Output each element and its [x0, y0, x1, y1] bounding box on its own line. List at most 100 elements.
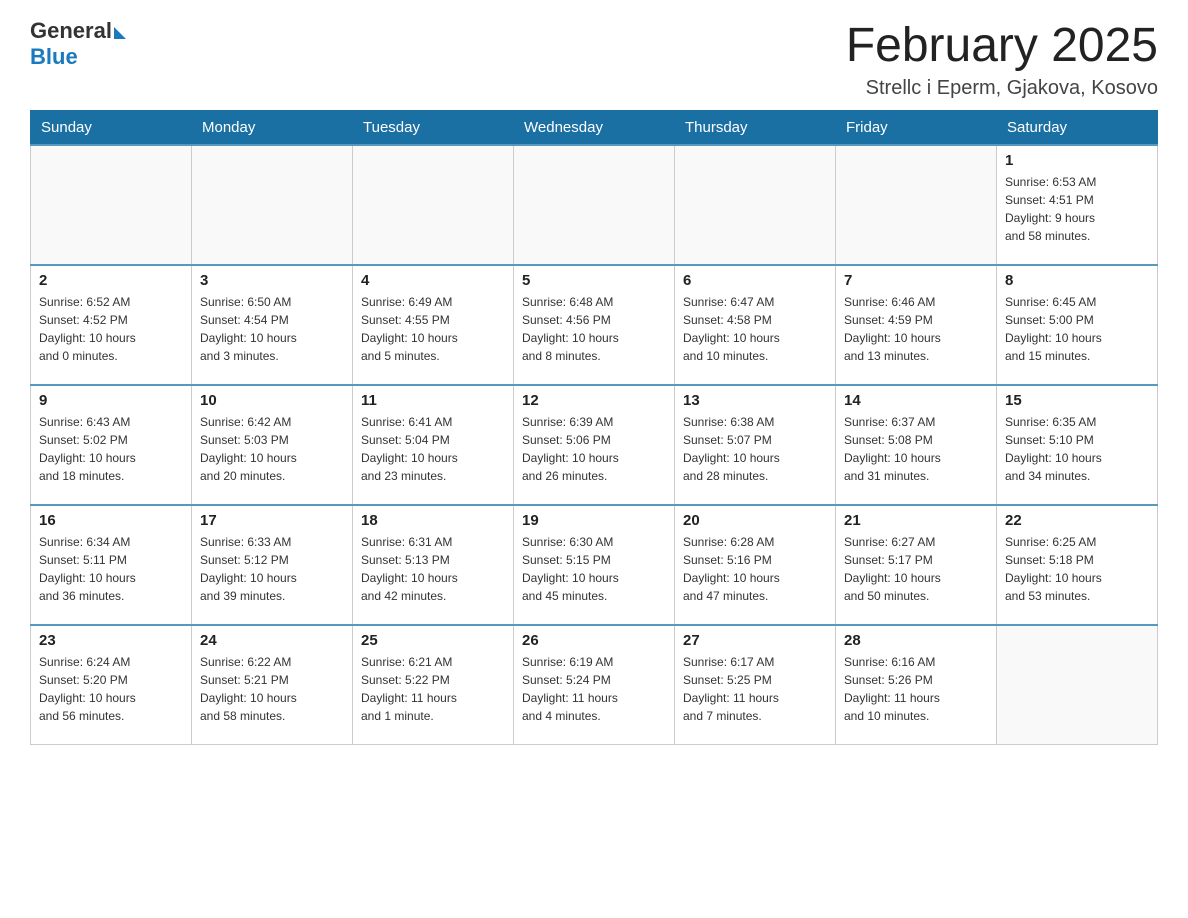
calendar-week-row: 16 Sunrise: 6:34 AMSunset: 5:11 PMDayligh…: [31, 505, 1158, 625]
page-header: General Blue February 2025 Strellc i Epe…: [30, 20, 1158, 100]
day-number: 4: [361, 272, 505, 289]
calendar-cell: 5 Sunrise: 6:48 AMSunset: 4:56 PMDaylight…: [514, 265, 675, 385]
calendar-cell: 8 Sunrise: 6:45 AMSunset: 5:00 PMDaylight…: [997, 265, 1158, 385]
logo-blue-text: Blue: [30, 44, 78, 70]
day-info: Sunrise: 6:37 AMSunset: 5:08 PMDaylight:…: [844, 413, 988, 485]
calendar-cell: 28 Sunrise: 6:16 AMSunset: 5:26 PMDayligh…: [836, 625, 997, 745]
day-info: Sunrise: 6:16 AMSunset: 5:26 PMDaylight:…: [844, 653, 988, 725]
calendar-cell: 1 Sunrise: 6:53 AMSunset: 4:51 PMDaylight…: [997, 145, 1158, 265]
day-info: Sunrise: 6:43 AMSunset: 5:02 PMDaylight:…: [39, 413, 183, 485]
day-info: Sunrise: 6:27 AMSunset: 5:17 PMDaylight:…: [844, 533, 988, 605]
logo: General Blue: [30, 20, 126, 70]
day-info: Sunrise: 6:33 AMSunset: 5:12 PMDaylight:…: [200, 533, 344, 605]
day-number: 5: [522, 272, 666, 289]
title-block: February 2025 Strellc i Eperm, Gjakova, …: [846, 20, 1158, 100]
day-info: Sunrise: 6:47 AMSunset: 4:58 PMDaylight:…: [683, 293, 827, 365]
day-info: Sunrise: 6:45 AMSunset: 5:00 PMDaylight:…: [1005, 293, 1149, 365]
day-info: Sunrise: 6:22 AMSunset: 5:21 PMDaylight:…: [200, 653, 344, 725]
calendar-cell: [192, 145, 353, 265]
day-number: 9: [39, 392, 183, 409]
day-info: Sunrise: 6:41 AMSunset: 5:04 PMDaylight:…: [361, 413, 505, 485]
day-info: Sunrise: 6:52 AMSunset: 4:52 PMDaylight:…: [39, 293, 183, 365]
calendar-cell: 21 Sunrise: 6:27 AMSunset: 5:17 PMDayligh…: [836, 505, 997, 625]
calendar-cell: 14 Sunrise: 6:37 AMSunset: 5:08 PMDayligh…: [836, 385, 997, 505]
day-number: 14: [844, 392, 988, 409]
day-number: 6: [683, 272, 827, 289]
calendar-cell: 26Sunrise: 6:19 AMSunset: 5:24 PMDayligh…: [514, 625, 675, 745]
calendar-cell: 27 Sunrise: 6:17 AMSunset: 5:25 PMDayligh…: [675, 625, 836, 745]
calendar-cell: 20 Sunrise: 6:28 AMSunset: 5:16 PMDayligh…: [675, 505, 836, 625]
calendar-cell: 25Sunrise: 6:21 AMSunset: 5:22 PMDayligh…: [353, 625, 514, 745]
day-info: Sunrise: 6:49 AMSunset: 4:55 PMDaylight:…: [361, 293, 505, 365]
day-info: Sunrise: 6:31 AMSunset: 5:13 PMDaylight:…: [361, 533, 505, 605]
calendar-cell: 12Sunrise: 6:39 AMSunset: 5:06 PMDayligh…: [514, 385, 675, 505]
calendar-week-row: 1 Sunrise: 6:53 AMSunset: 4:51 PMDaylight…: [31, 145, 1158, 265]
day-info: Sunrise: 6:46 AMSunset: 4:59 PMDaylight:…: [844, 293, 988, 365]
day-number: 27: [683, 632, 827, 649]
day-number: 8: [1005, 272, 1149, 289]
day-number: 28: [844, 632, 988, 649]
day-info: Sunrise: 6:34 AMSunset: 5:11 PMDaylight:…: [39, 533, 183, 605]
day-number: 15: [1005, 392, 1149, 409]
weekday-header-monday: Monday: [192, 110, 353, 145]
logo-general-text: General: [30, 20, 112, 42]
day-info: Sunrise: 6:39 AMSunset: 5:06 PMDaylight:…: [522, 413, 666, 485]
day-number: 1: [1005, 152, 1149, 169]
day-number: 10: [200, 392, 344, 409]
calendar-cell: [353, 145, 514, 265]
day-number: 3: [200, 272, 344, 289]
calendar-cell: 22 Sunrise: 6:25 AMSunset: 5:18 PMDayligh…: [997, 505, 1158, 625]
day-number: 17: [200, 512, 344, 529]
calendar-cell: 17 Sunrise: 6:33 AMSunset: 5:12 PMDayligh…: [192, 505, 353, 625]
day-number: 24: [200, 632, 344, 649]
weekday-header-friday: Friday: [836, 110, 997, 145]
calendar-cell: 3Sunrise: 6:50 AMSunset: 4:54 PMDaylight…: [192, 265, 353, 385]
calendar-cell: [514, 145, 675, 265]
day-info: Sunrise: 6:48 AMSunset: 4:56 PMDaylight:…: [522, 293, 666, 365]
calendar-cell: [836, 145, 997, 265]
day-number: 19: [522, 512, 666, 529]
weekday-header-saturday: Saturday: [997, 110, 1158, 145]
weekday-header-wednesday: Wednesday: [514, 110, 675, 145]
day-info: Sunrise: 6:30 AMSunset: 5:15 PMDaylight:…: [522, 533, 666, 605]
calendar-cell: 16 Sunrise: 6:34 AMSunset: 5:11 PMDayligh…: [31, 505, 192, 625]
day-info: Sunrise: 6:42 AMSunset: 5:03 PMDaylight:…: [200, 413, 344, 485]
calendar-cell: 24 Sunrise: 6:22 AMSunset: 5:21 PMDayligh…: [192, 625, 353, 745]
day-number: 20: [683, 512, 827, 529]
day-info: Sunrise: 6:17 AMSunset: 5:25 PMDaylight:…: [683, 653, 827, 725]
day-info: Sunrise: 6:53 AMSunset: 4:51 PMDaylight:…: [1005, 173, 1149, 245]
calendar-cell: 18Sunrise: 6:31 AMSunset: 5:13 PMDayligh…: [353, 505, 514, 625]
day-number: 7: [844, 272, 988, 289]
day-info: Sunrise: 6:25 AMSunset: 5:18 PMDaylight:…: [1005, 533, 1149, 605]
day-number: 11: [361, 392, 505, 409]
day-number: 22: [1005, 512, 1149, 529]
calendar-cell: [997, 625, 1158, 745]
calendar-cell: 15 Sunrise: 6:35 AMSunset: 5:10 PMDayligh…: [997, 385, 1158, 505]
weekday-header-sunday: Sunday: [31, 110, 192, 145]
day-number: 26: [522, 632, 666, 649]
calendar-week-row: 9 Sunrise: 6:43 AMSunset: 5:02 PMDaylight…: [31, 385, 1158, 505]
calendar-cell: 6 Sunrise: 6:47 AMSunset: 4:58 PMDaylight…: [675, 265, 836, 385]
day-number: 23: [39, 632, 183, 649]
day-number: 2: [39, 272, 183, 289]
calendar-cell: 19 Sunrise: 6:30 AMSunset: 5:15 PMDayligh…: [514, 505, 675, 625]
calendar-cell: [31, 145, 192, 265]
calendar-cell: [675, 145, 836, 265]
location-subtitle: Strellc i Eperm, Gjakova, Kosovo: [846, 77, 1158, 100]
calendar-week-row: 23Sunrise: 6:24 AMSunset: 5:20 PMDayligh…: [31, 625, 1158, 745]
day-number: 16: [39, 512, 183, 529]
calendar-cell: 2 Sunrise: 6:52 AMSunset: 4:52 PMDaylight…: [31, 265, 192, 385]
day-info: Sunrise: 6:35 AMSunset: 5:10 PMDaylight:…: [1005, 413, 1149, 485]
day-info: Sunrise: 6:28 AMSunset: 5:16 PMDaylight:…: [683, 533, 827, 605]
day-number: 21: [844, 512, 988, 529]
calendar-week-row: 2 Sunrise: 6:52 AMSunset: 4:52 PMDaylight…: [31, 265, 1158, 385]
calendar-cell: 13Sunrise: 6:38 AMSunset: 5:07 PMDayligh…: [675, 385, 836, 505]
calendar-table: SundayMondayTuesdayWednesdayThursdayFrid…: [30, 110, 1158, 746]
calendar-cell: 7 Sunrise: 6:46 AMSunset: 4:59 PMDaylight…: [836, 265, 997, 385]
calendar-cell: 10 Sunrise: 6:42 AMSunset: 5:03 PMDayligh…: [192, 385, 353, 505]
day-info: Sunrise: 6:21 AMSunset: 5:22 PMDaylight:…: [361, 653, 505, 725]
weekday-header-tuesday: Tuesday: [353, 110, 514, 145]
logo-arrow-icon: [114, 27, 126, 39]
weekday-header-row: SundayMondayTuesdayWednesdayThursdayFrid…: [31, 110, 1158, 145]
day-info: Sunrise: 6:38 AMSunset: 5:07 PMDaylight:…: [683, 413, 827, 485]
